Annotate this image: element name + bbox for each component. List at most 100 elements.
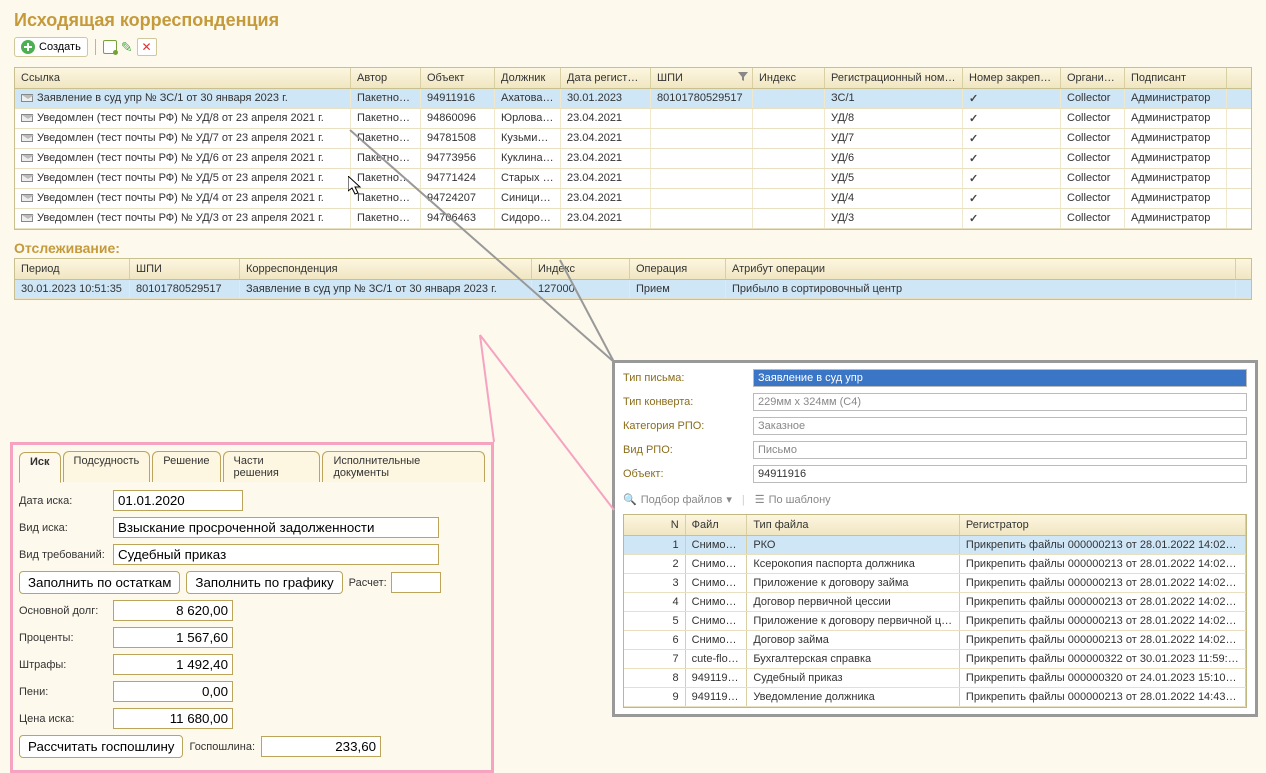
table-row[interactable]: Уведомлен (тест почты РФ) № УД/8 от 23 а… <box>15 109 1251 129</box>
col-period[interactable]: Период <box>15 259 130 279</box>
table-row[interactable]: Заявление в суд упр № ЗС/1 от 30 января … <box>15 89 1251 109</box>
correspondence-grid: Ссылка Автор Объект Должник Дата регистр… <box>14 67 1252 230</box>
lbl-peni: Пени: <box>19 686 113 698</box>
lbl-type-envelope: Тип конверта: <box>623 396 753 408</box>
col-ssylka[interactable]: Ссылка <box>15 68 351 88</box>
create-label: Создать <box>39 41 81 53</box>
col-org[interactable]: Организация <box>1061 68 1125 88</box>
col-obj[interactable]: Объект <box>421 68 495 88</box>
col-oper[interactable]: Операция <box>630 259 726 279</box>
pick-files-link[interactable]: 🔍Подбор файлов ▾ <box>623 493 732 506</box>
tracking-title: Отслеживание: <box>0 236 1266 258</box>
file-row[interactable]: 1Снимок …РКОПрикрепить файлы 000000213 о… <box>624 536 1246 555</box>
search-icon: 🔍 <box>623 493 637 506</box>
file-row[interactable]: 89491191…Судебный приказПрикрепить файлы… <box>624 669 1246 688</box>
col-attr[interactable]: Атрибут операции <box>726 259 1236 279</box>
fee-label: Госпошлина: <box>189 741 255 753</box>
lbl-procenty: Проценты: <box>19 632 113 644</box>
file-row[interactable]: 5Снимок …Приложение к договору первичной… <box>624 612 1246 631</box>
lbl-osn-dolg: Основной долг: <box>19 605 113 617</box>
fill-rest-button[interactable]: Заполнить по остаткам <box>19 571 180 594</box>
filter-icon[interactable] <box>738 72 748 82</box>
input-type-envelope[interactable]: 229мм х 324мм (C4) <box>753 393 1247 411</box>
input-vid-treb[interactable] <box>113 544 439 565</box>
plus-circle-icon <box>21 40 35 54</box>
by-template-link[interactable]: ☰По шаблону <box>755 493 831 506</box>
main-toolbar: Создать ✎ ✕ <box>0 37 1266 67</box>
file-row[interactable]: 2Снимок …Ксерокопия паспорта должникаПри… <box>624 555 1246 574</box>
input-rpo-type[interactable]: Письмо <box>753 441 1247 459</box>
letter-detail-panel: Тип письма:Заявление в суд упр Тип конве… <box>612 360 1258 717</box>
tab-reshenie[interactable]: Решение <box>152 451 220 482</box>
table-row[interactable]: Уведомлен (тест почты РФ) № УД/6 от 23 а… <box>15 149 1251 169</box>
col-type[interactable]: Тип файла <box>747 515 960 535</box>
lbl-date-isk: Дата иска: <box>19 495 113 507</box>
col-nomerzak[interactable]: Номер закреплен <box>963 68 1061 88</box>
calc-label: Расчет: <box>349 577 387 589</box>
table-row[interactable]: Уведомлен (тест почты РФ) № УД/3 от 23 а… <box>15 209 1251 229</box>
create-button[interactable]: Создать <box>14 37 88 57</box>
tracking-body[interactable]: 30.01.2023 10:51:3580101780529517Заявлен… <box>15 280 1251 299</box>
lbl-object: Объект: <box>623 468 753 480</box>
file-row[interactable]: 4Снимок …Договор первичной цессииПрикреп… <box>624 593 1246 612</box>
col-dolzhnik[interactable]: Должник <box>495 68 561 88</box>
input-fee[interactable] <box>261 736 381 757</box>
tab-chasti[interactable]: Части решения <box>223 451 321 482</box>
col-file[interactable]: Файл <box>686 515 748 535</box>
input-shtrafy[interactable] <box>113 654 233 675</box>
input-rpo-category[interactable]: Заказное <box>753 417 1247 435</box>
pencil-icon[interactable]: ✎ <box>121 39 133 56</box>
table-row[interactable]: Уведомлен (тест почты РФ) № УД/4 от 23 а… <box>15 189 1251 209</box>
input-osn-dolg[interactable] <box>113 600 233 621</box>
delete-icon[interactable]: ✕ <box>137 38 157 56</box>
fill-graph-button[interactable]: Заполнить по графику <box>186 571 342 594</box>
template-icon: ☰ <box>755 493 765 506</box>
calc-input[interactable] <box>391 572 441 593</box>
input-vid-isk[interactable] <box>113 517 439 538</box>
files-grid-header: N Файл Тип файла Регистратор <box>624 515 1246 536</box>
table-row[interactable]: Уведомлен (тест почты РФ) № УД/5 от 23 а… <box>15 169 1251 189</box>
tab-podsud[interactable]: Подсудность <box>63 451 151 482</box>
tab-ispdoc[interactable]: Исполнительные документы <box>322 451 485 482</box>
lbl-shtrafy: Штрафы: <box>19 659 113 671</box>
lbl-cena-isk: Цена иска: <box>19 713 113 725</box>
input-type-letter[interactable]: Заявление в суд упр <box>753 369 1247 387</box>
col-tshpi[interactable]: ШПИ <box>130 259 240 279</box>
file-row[interactable]: 3Снимок …Приложение к договору займаПрик… <box>624 574 1246 593</box>
col-tindeks[interactable]: Индекс <box>532 259 630 279</box>
input-cena-isk[interactable] <box>113 708 233 729</box>
calc-fee-button[interactable]: Рассчитать госпошлину <box>19 735 183 758</box>
toolbar-separator <box>95 39 96 55</box>
input-procenty[interactable] <box>113 627 233 648</box>
col-podpis[interactable]: Подписант <box>1125 68 1227 88</box>
file-row[interactable]: 6Снимок …Договор займаПрикрепить файлы 0… <box>624 631 1246 650</box>
file-row[interactable]: 99491191…Уведомление должникаПрикрепить … <box>624 688 1246 707</box>
lbl-vid-isk: Вид иска: <box>19 522 113 534</box>
input-object[interactable]: 94911916 <box>753 465 1247 483</box>
input-peni[interactable] <box>113 681 233 702</box>
tab-isk[interactable]: Иск <box>19 452 61 483</box>
col-reg[interactable]: Регистратор <box>960 515 1246 535</box>
grid-body[interactable]: Заявление в суд упр № ЗС/1 от 30 января … <box>15 89 1251 229</box>
tracking-grid: Период ШПИ Корреспонденция Индекс Операц… <box>14 258 1252 300</box>
col-idx[interactable]: Индекс <box>753 68 825 88</box>
copy-icon[interactable] <box>103 40 117 54</box>
lbl-vid-treb: Вид требований: <box>19 549 113 561</box>
col-regnum[interactable]: Регистрационный номер <box>825 68 963 88</box>
lbl-type-letter: Тип письма: <box>623 372 753 384</box>
table-row[interactable]: Уведомлен (тест почты РФ) № УД/7 от 23 а… <box>15 129 1251 149</box>
lbl-rpo-category: Категория РПО: <box>623 420 753 432</box>
files-toolbar: 🔍Подбор файлов ▾ | ☰По шаблону <box>623 489 1247 510</box>
col-korr[interactable]: Корреспонденция <box>240 259 532 279</box>
col-n[interactable]: N <box>624 515 686 535</box>
col-datareg[interactable]: Дата регистрации <box>561 68 651 88</box>
page-title: Исходящая корреспонденция <box>0 0 1266 37</box>
files-grid-body[interactable]: 1Снимок …РКОПрикрепить файлы 000000213 о… <box>624 536 1246 707</box>
file-row[interactable]: 7cute-flow…Бухгалтерская справкаПрикрепи… <box>624 650 1246 669</box>
lbl-rpo-type: Вид РПО: <box>623 444 753 456</box>
tracking-row[interactable]: 30.01.2023 10:51:3580101780529517Заявлен… <box>15 280 1251 299</box>
lawsuit-panel: Иск Подсудность Решение Части решения Ис… <box>10 442 494 773</box>
col-shpi[interactable]: ШПИ <box>651 68 753 88</box>
col-avtor[interactable]: Автор <box>351 68 421 88</box>
input-date-isk[interactable] <box>113 490 243 511</box>
